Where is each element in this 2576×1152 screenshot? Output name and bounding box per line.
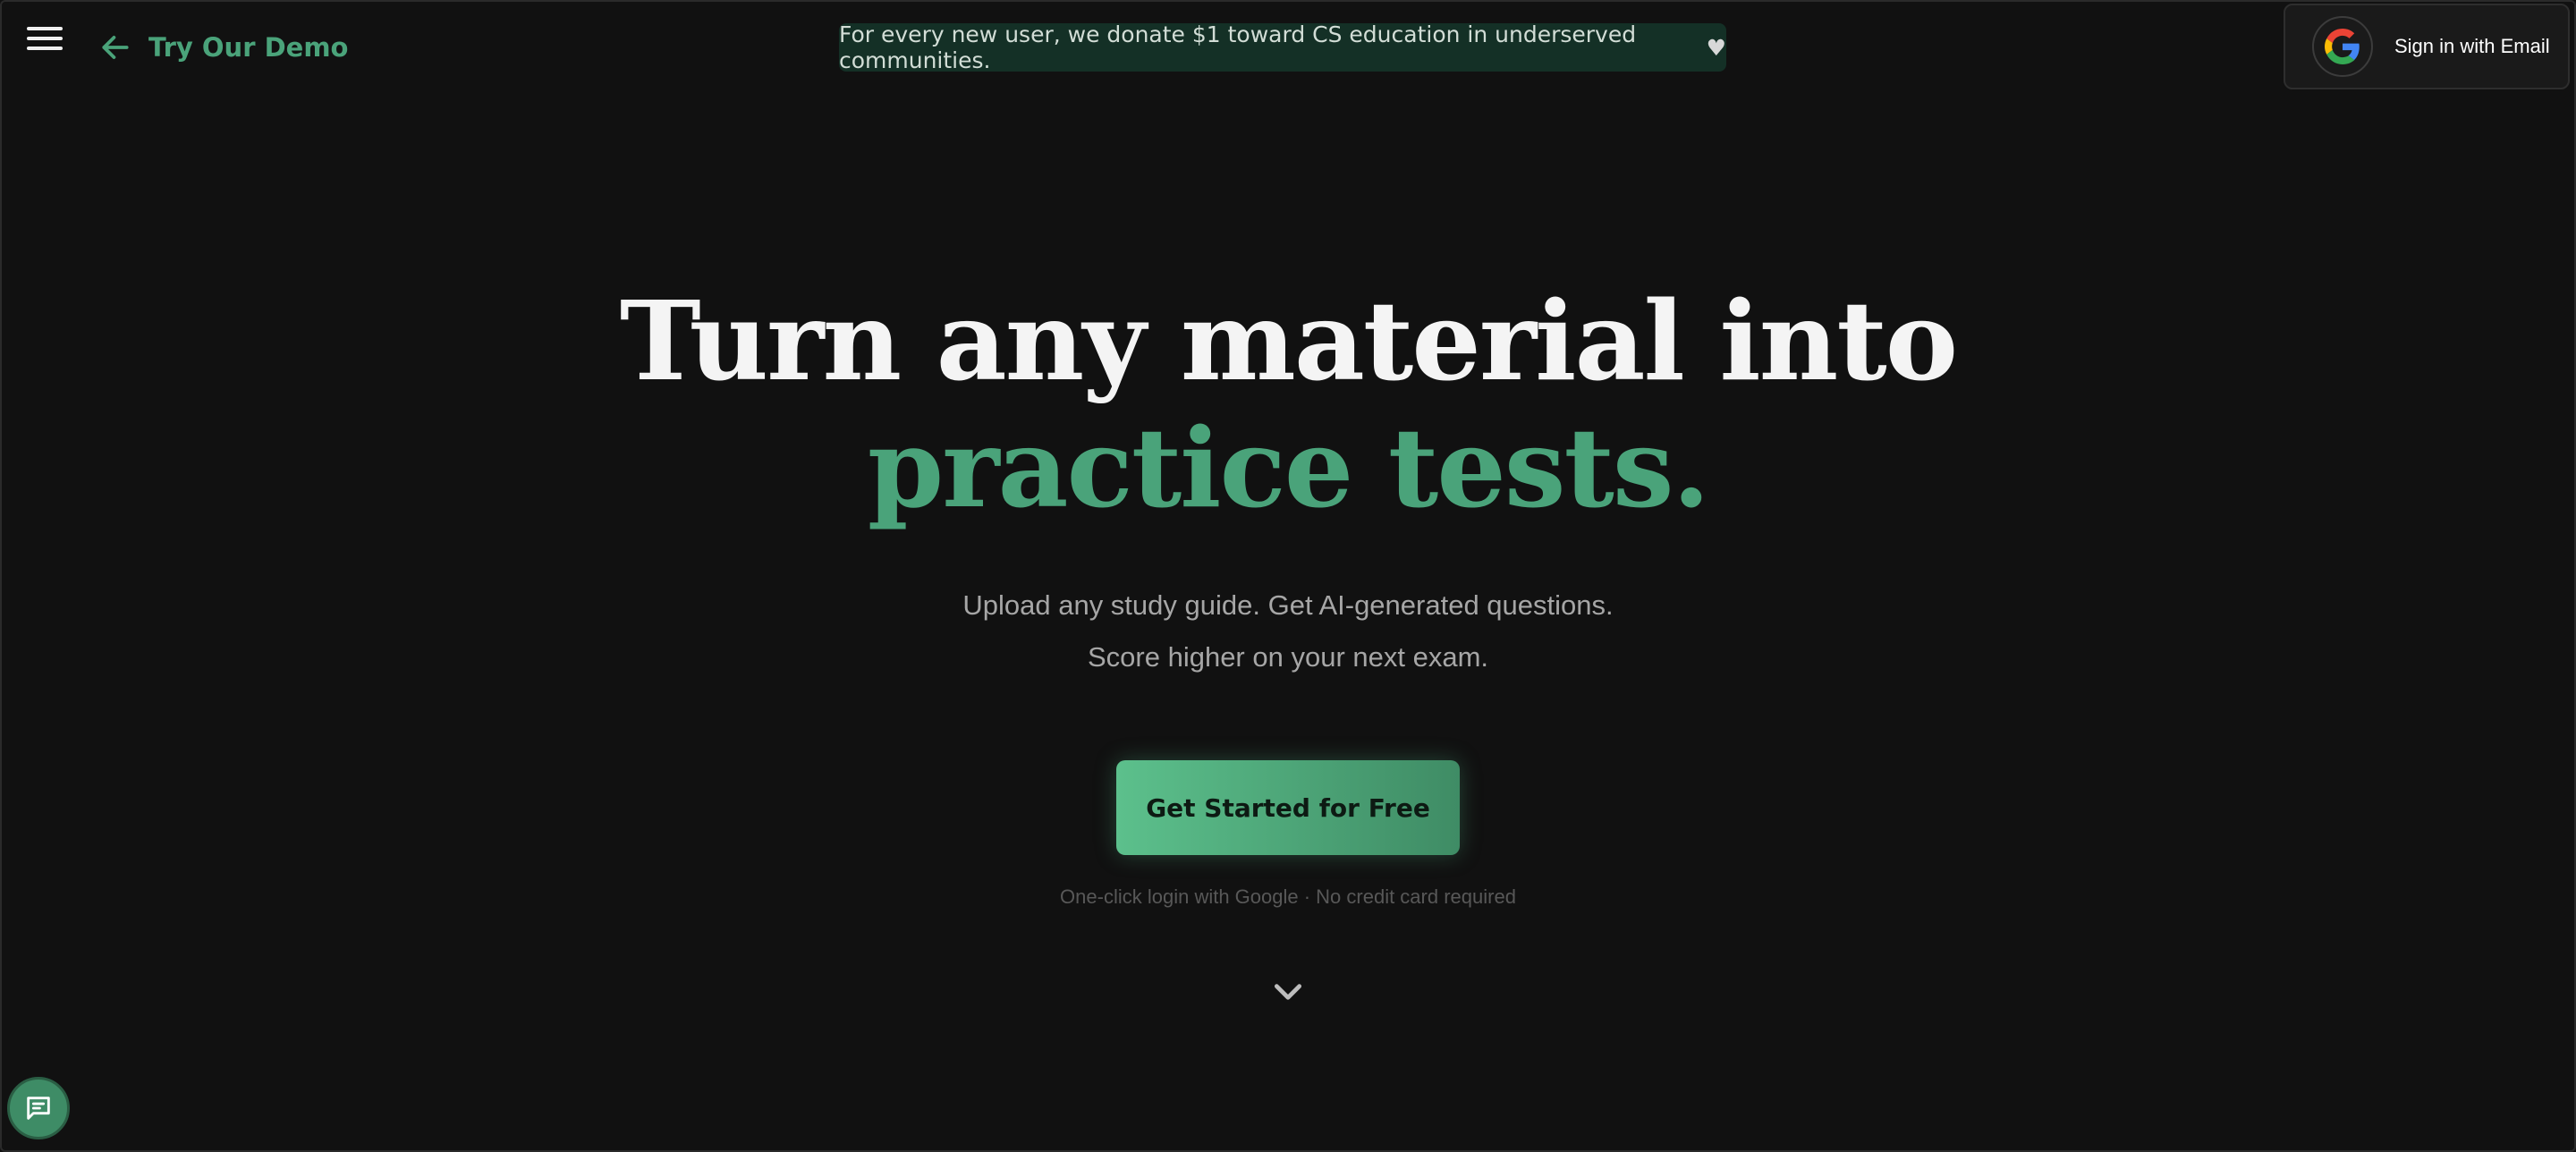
- google-logo-icon: [2312, 16, 2373, 77]
- subtitle-line-2: Score higher on your next exam.: [1087, 641, 1489, 673]
- hero-subtitle: Upload any study guide. Get AI-generated…: [0, 580, 2576, 683]
- try-demo-link[interactable]: Try Our Demo: [98, 25, 348, 70]
- sign-in-label: Sign in with Email: [2394, 35, 2550, 57]
- login-note: One-click login with Google · No credit …: [1060, 885, 1516, 908]
- headline-line-2: practice tests.: [867, 403, 1710, 532]
- heart-icon: ♥: [1706, 34, 1726, 61]
- sign-in-button[interactable]: Sign in with Email: [2284, 4, 2570, 89]
- donation-banner: For every new user, we donate $1 toward …: [839, 21, 1726, 73]
- chat-message-icon: [27, 1097, 50, 1120]
- subtitle-line-1: Upload any study guide. Get AI-generated…: [962, 589, 1614, 621]
- chat-button[interactable]: [7, 1077, 70, 1139]
- banner-text: For every new user, we donate $1 toward …: [839, 21, 1637, 73]
- hamburger-menu-icon[interactable]: [27, 27, 63, 59]
- hero-headline: Turn any material into practice tests.: [0, 277, 2576, 531]
- try-demo-label: Try Our Demo: [148, 32, 349, 63]
- arrow-left-icon: [102, 36, 129, 59]
- chevron-down-icon[interactable]: [1271, 978, 1305, 1005]
- get-started-button[interactable]: Get Started for Free: [1116, 760, 1460, 855]
- headline-line-1: Turn any material into: [619, 276, 1958, 405]
